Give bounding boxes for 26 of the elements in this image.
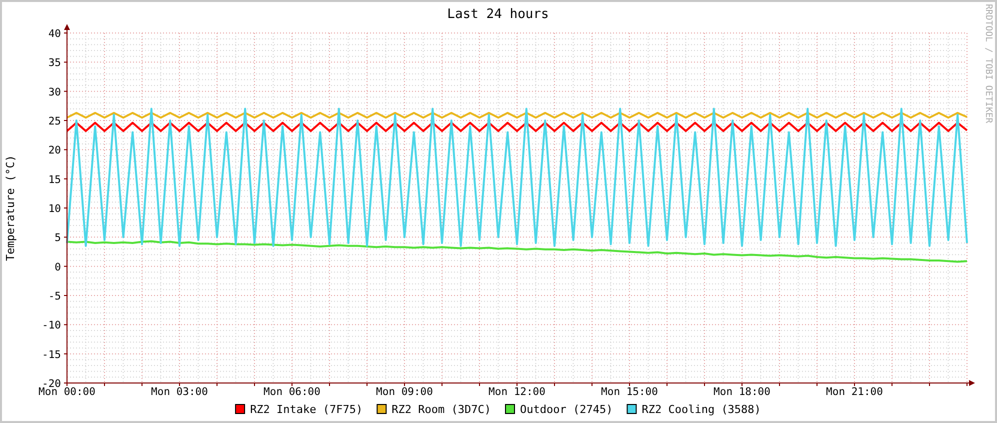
legend-label: RZ2 Room (3D7C) [392, 403, 491, 416]
tick-label: Mon 09:00 [376, 386, 433, 398]
chart-title: Last 24 hours [447, 7, 549, 22]
tick-label: 20 [48, 144, 61, 157]
tick-label: 30 [48, 86, 61, 98]
tick-label: Mon 03:00 [151, 386, 208, 398]
tick-label: 40 [48, 28, 61, 40]
tick-label: -10 [42, 320, 61, 332]
tick-label: Mon 21:00 [826, 386, 883, 398]
legend-label: RZ2 Cooling (3588) [642, 403, 761, 416]
tick-label: Mon 12:00 [488, 386, 546, 398]
tick-label: -15 [42, 348, 61, 361]
legend-label: RZ2 Intake (7F75) [250, 403, 363, 416]
axis-label: Temperature (°C) [4, 155, 17, 261]
tick-label: -5 [48, 290, 61, 302]
tick-label: 25 [48, 116, 61, 128]
tick-label: 15 [48, 174, 61, 186]
credit-text: RRDTOOL / TOBI OETIKER [983, 4, 993, 124]
tick-label: 35 [48, 57, 61, 70]
legend-label: Outdoor (2745) [520, 403, 613, 416]
tick-label: Mon 06:00 [264, 386, 320, 398]
tick-label: Mon 18:00 [714, 386, 770, 398]
tick-label: 0 [54, 261, 61, 274]
tick-label: 5 [54, 232, 61, 244]
tick-label: Mon 15:00 [601, 386, 658, 398]
tick-label: 10 [48, 203, 61, 215]
